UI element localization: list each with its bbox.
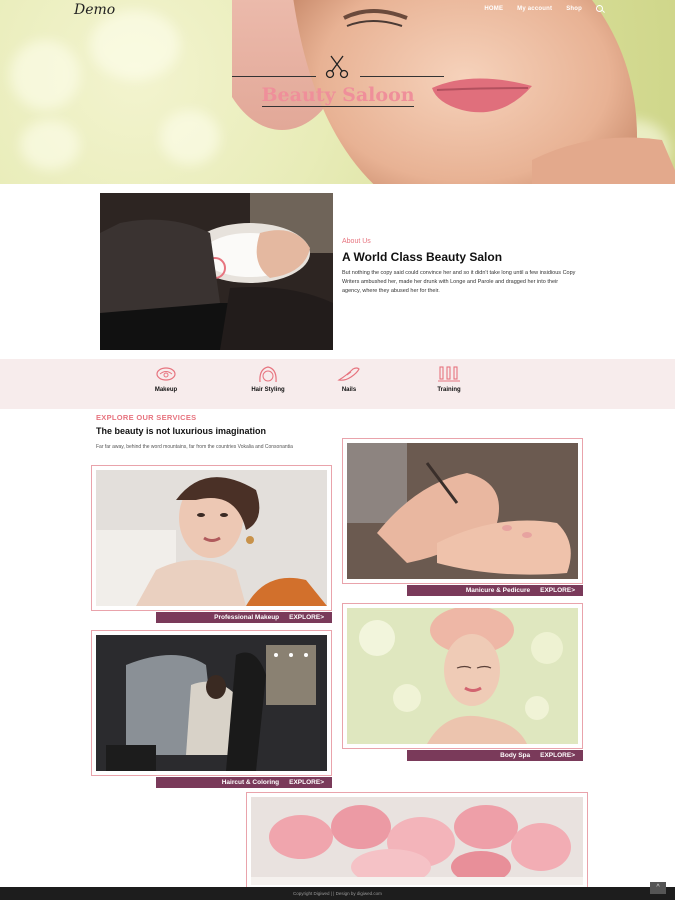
explore-link[interactable]: EXPLORE>	[540, 752, 575, 759]
footer: Copyright Digiwed | | Design by digiwed.…	[0, 887, 675, 900]
service-card-haircut[interactable]: Haircut & Coloring EXPLORE>	[91, 630, 332, 788]
feature-label: Makeup	[154, 387, 178, 393]
service-name: Body Spa	[500, 752, 531, 759]
nails-icon	[337, 367, 360, 381]
feature-makeup[interactable]: Makeup	[136, 365, 196, 393]
service-card-body-spa[interactable]: Body Spa EXPLORE>	[342, 603, 583, 761]
bokeh-light	[90, 10, 180, 80]
explore-link[interactable]: EXPLORE>	[289, 779, 324, 786]
features-band: Makeup Hair Styling Nails Training	[0, 359, 675, 409]
about-salon-image	[100, 193, 333, 350]
main-nav: HOME My account Shop	[484, 5, 603, 12]
manicure-image	[347, 443, 578, 579]
service-card-manicure[interactable]: Manicure & Pedicure EXPLORE>	[342, 438, 583, 596]
services-kicker: EXPLORE OUR SERVICES	[96, 413, 197, 422]
service-name: Professional Makeup	[214, 614, 280, 621]
service-label[interactable]: Haircut & Coloring EXPLORE>	[156, 777, 332, 788]
hero-title: Beauty Saloon	[261, 84, 415, 106]
scissors-icon	[325, 55, 349, 79]
about-kicker: About Us	[342, 238, 371, 245]
service-name: Manicure & Pedicure	[465, 587, 531, 594]
explore-link[interactable]: EXPLORE>	[289, 614, 324, 621]
service-label[interactable]: Body Spa EXPLORE>	[407, 750, 583, 761]
site-logo[interactable]: Demo	[74, 2, 115, 18]
service-label[interactable]: Professional Makeup EXPLORE>	[156, 612, 332, 623]
hero-banner: Demo HOME My account Shop Beauty Saloon	[0, 0, 675, 184]
hero-title-block: Beauty Saloon	[232, 54, 444, 110]
about-body: But nothing the copy said could convince…	[342, 270, 576, 294]
nav-shop[interactable]: Shop	[566, 6, 582, 12]
services-title: The beauty is not luxurious imagination	[96, 426, 267, 436]
service-card-professional-makeup[interactable]: Professional Makeup EXPLORE>	[91, 465, 332, 623]
feature-hair-styling[interactable]: Hair Styling	[238, 365, 298, 393]
makeup-icon	[156, 367, 176, 381]
training-icon	[438, 366, 460, 382]
divider	[262, 106, 414, 107]
haircut-image	[96, 635, 327, 771]
nav-my-account[interactable]: My account	[517, 6, 552, 12]
service-label[interactable]: Manicure & Pedicure EXPLORE>	[407, 585, 583, 596]
feature-training[interactable]: Training	[419, 365, 479, 393]
hair-styling-icon	[259, 366, 277, 383]
divider	[232, 76, 316, 77]
professional-makeup-image	[96, 470, 327, 606]
feature-label: Nails	[341, 387, 357, 393]
nav-home[interactable]: HOME	[484, 6, 503, 12]
scroll-to-top-button[interactable]: ^	[650, 882, 666, 894]
service-card-flowers[interactable]	[246, 792, 588, 888]
feature-nails[interactable]: Nails	[319, 365, 379, 393]
explore-link[interactable]: EXPLORE>	[540, 587, 575, 594]
services-description: Far far away, behind the word mountains,…	[96, 444, 293, 450]
bokeh-light	[160, 110, 220, 165]
about-title: A World Class Beauty Salon	[342, 250, 503, 264]
copyright-text: Copyright Digiwed | | Design by digiwed.…	[293, 891, 382, 896]
service-name: Haircut & Coloring	[221, 779, 280, 786]
body-spa-image	[347, 608, 578, 744]
feature-label: Hair Styling	[251, 387, 285, 393]
bokeh-light	[10, 40, 80, 110]
feature-label: Training	[437, 387, 461, 393]
bokeh-light	[20, 120, 80, 170]
about-section: About Us A World Class Beauty Salon But …	[342, 238, 577, 296]
search-icon[interactable]	[596, 5, 603, 12]
divider	[360, 76, 444, 77]
roses-image	[251, 797, 583, 885]
